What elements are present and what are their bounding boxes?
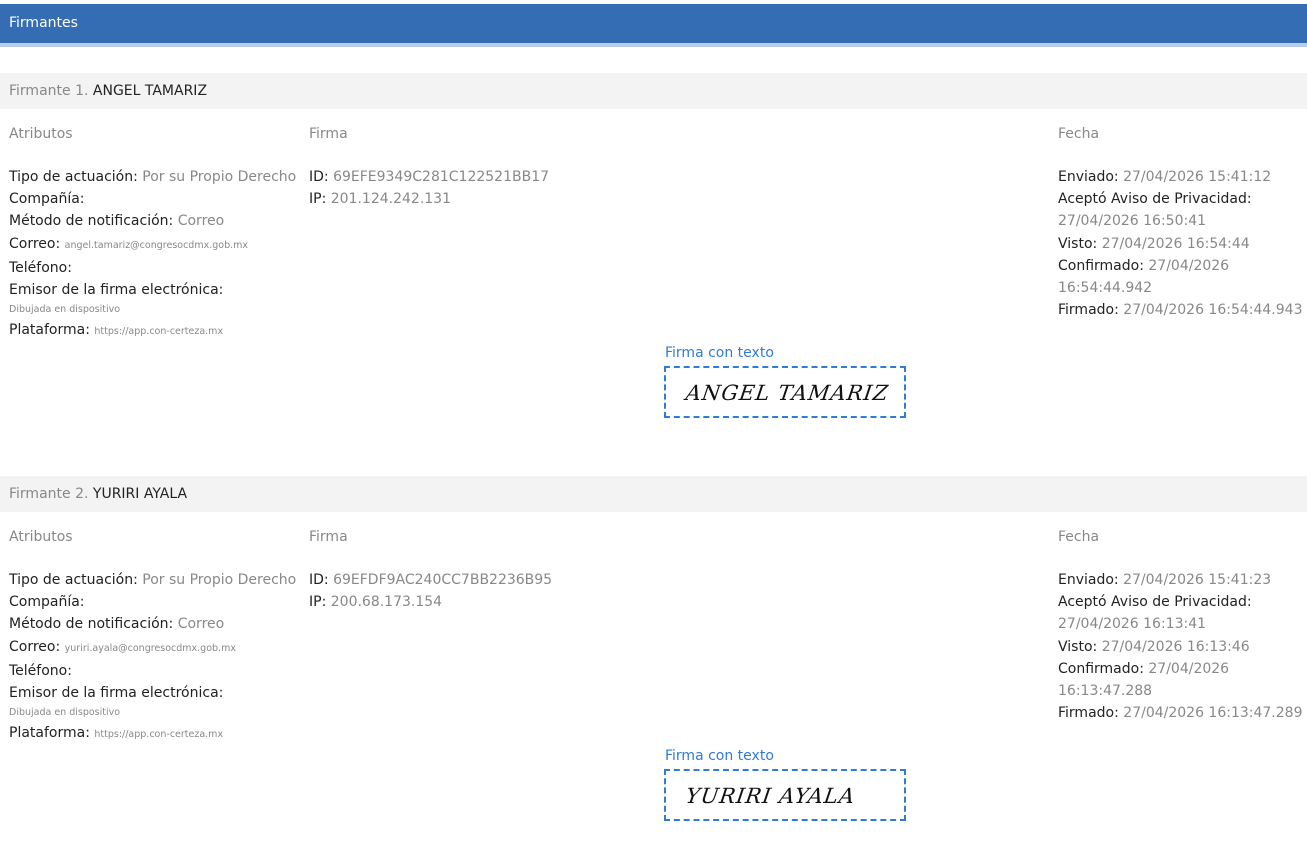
tipo-label: Tipo de actuación:: [9, 572, 138, 588]
confirmado-label: Confirmado:: [1058, 257, 1144, 274]
signature-type-label: Firma con texto: [665, 748, 774, 764]
signature-type-label: Firma con texto: [665, 345, 774, 361]
signer-header: Firmante 1. ANGEL TAMARIZ: [0, 73, 1307, 109]
date-header: Fecha: [1058, 126, 1100, 142]
signature-header: Firma: [309, 529, 348, 545]
signature-box: ANGEL TAMARIZ: [664, 366, 906, 418]
ip-label: IP:: [309, 594, 327, 611]
emisor-label: Emisor de la firma electrónica:: [9, 282, 224, 299]
aviso-label: Aceptó Aviso de Privacidad:: [1058, 191, 1252, 208]
confirmado-label: Confirmado:: [1058, 660, 1144, 677]
section-title: Firmantes: [9, 15, 78, 31]
plataforma-label: Plataforma:: [9, 322, 90, 339]
plataforma-value: https://app.con-certeza.mx: [94, 326, 224, 338]
firmado-value: 27/04/2026 16:13:47.289: [1123, 705, 1303, 722]
correo-value: angel.tamariz@congresocdmx.gob.mx: [64, 239, 248, 251]
date-column: Enviado: 27/04/2026 15:41:12 Aceptó Avis…: [1058, 166, 1303, 321]
firmado-label: Firmado:: [1058, 302, 1119, 319]
section-header: Firmantes: [0, 4, 1307, 47]
date-header: Fecha: [1058, 529, 1100, 545]
attributes-column: Tipo de actuación: Por su Propio Derecho…: [9, 569, 299, 746]
correo-value: yuriri.ayala@congresocdmx.gob.mx: [64, 642, 236, 654]
firmado-label: Firmado:: [1058, 705, 1119, 722]
correo-label: Correo:: [9, 235, 61, 252]
correo-label: Correo:: [9, 638, 61, 655]
date-column: Enviado: 27/04/2026 15:41:23 Aceptó Avis…: [1058, 569, 1303, 724]
aviso-value: 27/04/2026 16:13:41: [1058, 616, 1207, 633]
aviso-label: Aceptó Aviso de Privacidad:: [1058, 594, 1252, 611]
signer-name: YURIRI AYALA: [92, 486, 188, 502]
visto-label: Visto:: [1058, 235, 1098, 252]
metodo-label: Método de notificación:: [9, 616, 174, 633]
visto-value: 27/04/2026 16:13:46: [1101, 638, 1250, 655]
enviado-value: 27/04/2026 15:41:12: [1123, 169, 1272, 185]
visto-value: 27/04/2026 16:54:44: [1101, 235, 1250, 252]
signer-name: ANGEL TAMARIZ: [92, 83, 208, 99]
attributes-column: Tipo de actuación: Por su Propio Derecho…: [9, 166, 299, 343]
plataforma-label: Plataforma:: [9, 725, 90, 742]
signature-column: ID: 69EFE9349C281C122521BB17 IP: 201.124…: [309, 166, 709, 210]
enviado-label: Enviado:: [1058, 169, 1119, 185]
tipo-label: Tipo de actuación:: [9, 169, 138, 185]
id-label: ID:: [309, 572, 329, 588]
id-value: 69EFE9349C281C122521BB17: [333, 169, 550, 185]
tipo-value: Por su Propio Derecho: [142, 572, 297, 588]
signature-text: YURIRI AYALA: [684, 784, 857, 808]
metodo-value: Correo: [177, 616, 225, 633]
telefono-label: Teléfono:: [9, 662, 72, 679]
ip-label: IP:: [309, 191, 327, 208]
emisor-value: Dibujada en dispositivo: [9, 304, 121, 316]
visto-label: Visto:: [1058, 638, 1098, 655]
emisor-value: Dibujada en dispositivo: [9, 707, 121, 719]
signature-column: ID: 69EFDF9AC240CC7BB2236B95 IP: 200.68.…: [309, 569, 709, 613]
compania-label: Compañía:: [9, 191, 85, 208]
id-value: 69EFDF9AC240CC7BB2236B95: [333, 572, 553, 588]
signature-text: ANGEL TAMARIZ: [684, 381, 891, 405]
attributes-header: Atributos: [9, 126, 73, 142]
emisor-label: Emisor de la firma electrónica:: [9, 685, 224, 702]
tipo-value: Por su Propio Derecho: [142, 169, 297, 185]
id-label: ID:: [309, 169, 329, 185]
ip-value: 201.124.242.131: [330, 191, 451, 208]
signature-header: Firma: [309, 126, 348, 142]
ip-value: 200.68.173.154: [330, 594, 443, 611]
enviado-value: 27/04/2026 15:41:23: [1123, 572, 1272, 588]
metodo-value: Correo: [177, 213, 225, 230]
signature-box: YURIRI AYALA: [664, 769, 906, 821]
telefono-label: Teléfono:: [9, 259, 72, 276]
plataforma-value: https://app.con-certeza.mx: [94, 729, 224, 741]
aviso-value: 27/04/2026 16:50:41: [1058, 213, 1207, 230]
signer-header: Firmante 2. YURIRI AYALA: [0, 476, 1307, 512]
attributes-header: Atributos: [9, 529, 73, 545]
compania-label: Compañía:: [9, 594, 85, 611]
signer-prefix: Firmante 1.: [9, 83, 89, 99]
metodo-label: Método de notificación:: [9, 213, 174, 230]
enviado-label: Enviado:: [1058, 572, 1119, 588]
signer-prefix: Firmante 2.: [9, 486, 89, 502]
firmado-value: 27/04/2026 16:54:44.943: [1123, 302, 1303, 319]
